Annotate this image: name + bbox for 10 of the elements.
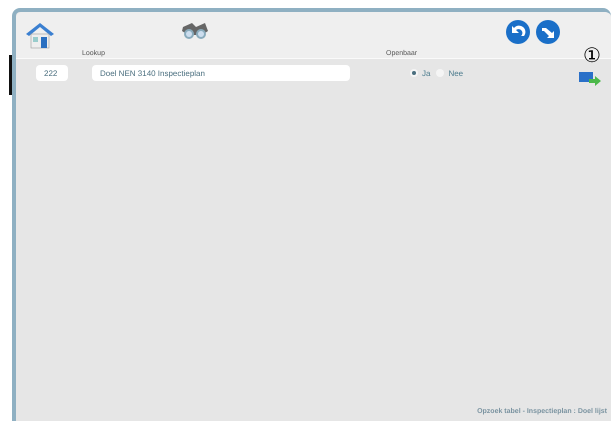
undo-icon[interactable]	[505, 19, 531, 45]
lookup-field[interactable]: Doel NEN 3140 Inspectieplan	[92, 65, 350, 81]
radio-option[interactable]: Ja	[410, 68, 430, 78]
home-icon[interactable]	[24, 20, 56, 50]
step-number-label: ①	[583, 45, 601, 65]
redo-icon[interactable]	[535, 19, 561, 45]
export-icon[interactable]	[579, 71, 601, 87]
number-field[interactable]: 222	[36, 65, 68, 81]
binoculars-icon[interactable]	[180, 21, 210, 41]
radio-option[interactable]: Nee	[436, 68, 464, 78]
